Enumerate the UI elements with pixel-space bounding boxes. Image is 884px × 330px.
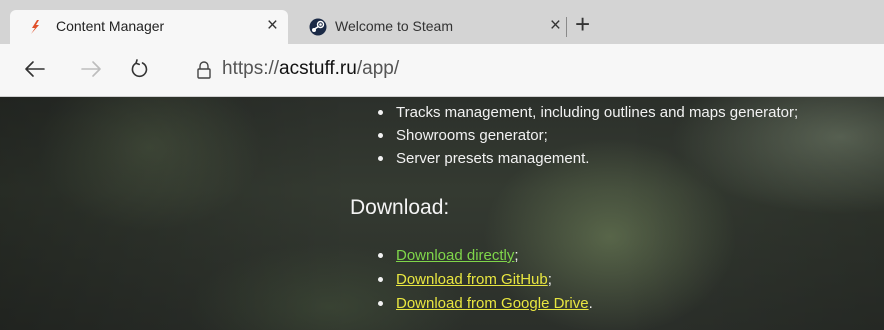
list-item: Download directly; <box>370 244 593 268</box>
steam-logo-icon <box>309 18 327 36</box>
feature-list: Tracks management, including outlines an… <box>370 101 798 170</box>
list-punctuation: ; <box>547 271 552 288</box>
url-path: /app/ <box>356 58 400 79</box>
list-punctuation: ; <box>514 247 519 264</box>
list-item: Server presets management. <box>370 147 798 170</box>
download-heading: Download: <box>350 196 450 219</box>
download-directly-link[interactable]: Download directly <box>396 247 514 264</box>
list-item: Download from Google Drive. <box>370 292 593 316</box>
lock-icon[interactable] <box>196 61 212 79</box>
tab-strip: Content Manager × Welcome to Steam × + <box>0 0 884 44</box>
page-content: Tracks management, including outlines an… <box>0 97 884 330</box>
list-punctuation: . <box>588 295 593 312</box>
close-tab-icon[interactable]: × <box>267 16 278 36</box>
url-host: acstuff.ru <box>279 58 357 79</box>
download-google-drive-link[interactable]: Download from Google Drive <box>396 295 589 312</box>
navigation-toolbar: https://acstuff.ru/app/ <box>0 44 884 97</box>
download-github-link[interactable]: Download from GitHub <box>396 271 548 288</box>
list-item: Tracks management, including outlines an… <box>370 101 798 124</box>
close-tab-icon[interactable]: × <box>550 16 561 36</box>
new-tab-button[interactable]: + <box>575 10 590 38</box>
forward-arrow-icon[interactable] <box>78 56 104 82</box>
tab-content-manager[interactable]: Content Manager × <box>10 10 288 44</box>
list-item: Download from GitHub; <box>370 268 593 292</box>
list-item: Showrooms generator; <box>370 124 798 147</box>
tab-separator <box>566 17 567 37</box>
back-arrow-icon[interactable] <box>22 56 48 82</box>
tab-title: Content Manager <box>56 18 165 34</box>
url-scheme: https:// <box>222 58 280 79</box>
browser-window: Content Manager × Welcome to Steam × + h… <box>0 0 884 330</box>
reload-icon[interactable] <box>126 56 152 82</box>
tab-title: Welcome to Steam <box>335 18 454 34</box>
tab-welcome-to-steam[interactable]: Welcome to Steam × <box>293 10 563 44</box>
address-bar[interactable]: https://acstuff.ru/app/ <box>222 58 399 80</box>
content-manager-logo-icon <box>26 18 44 36</box>
download-list: Download directly; Download from GitHub;… <box>370 244 593 316</box>
